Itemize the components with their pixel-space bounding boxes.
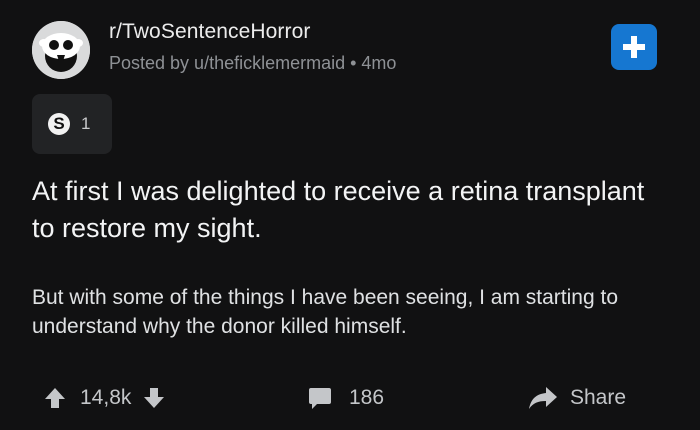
comment-count: 186 xyxy=(349,386,385,409)
skull-avatar-icon xyxy=(32,21,90,79)
upvote-button[interactable] xyxy=(40,383,70,413)
post-header: r/TwoSentenceHorror Posted by u/thefickl… xyxy=(32,15,668,79)
meta-separator: • xyxy=(350,53,357,73)
downvote-button[interactable] xyxy=(139,383,169,413)
posted-by[interactable]: Posted by u/theficklemermaid xyxy=(109,53,345,73)
award-count: 1 xyxy=(81,114,91,133)
vote-count: 14,8k xyxy=(80,386,132,409)
award-s-icon: S xyxy=(48,113,70,135)
vote-controls: 14,8k xyxy=(40,380,169,416)
subreddit-name[interactable]: r/TwoSentenceHorror xyxy=(109,20,310,44)
upvote-arrow-icon xyxy=(45,388,65,408)
post-age: 4mo xyxy=(361,53,397,73)
share-label: Share xyxy=(570,386,627,409)
plus-icon xyxy=(623,36,645,58)
post-actions: 14,8k 186 Share xyxy=(40,380,660,416)
share-button[interactable]: Share xyxy=(528,380,626,416)
post-title: At first I was delighted to receive a re… xyxy=(32,176,645,243)
comment-bubble-icon xyxy=(309,388,331,409)
join-subreddit-button[interactable] xyxy=(611,24,657,70)
downvote-arrow-icon xyxy=(144,388,165,408)
award-badge[interactable]: S 1 xyxy=(32,94,112,154)
post-body: But with some of the things I have been … xyxy=(32,286,619,338)
share-arrow-icon xyxy=(529,387,557,409)
post-meta: Posted by u/theficklemermaid • 4mo xyxy=(109,53,396,74)
comments-button[interactable]: 186 xyxy=(307,380,384,416)
subreddit-avatar[interactable] xyxy=(32,21,90,79)
